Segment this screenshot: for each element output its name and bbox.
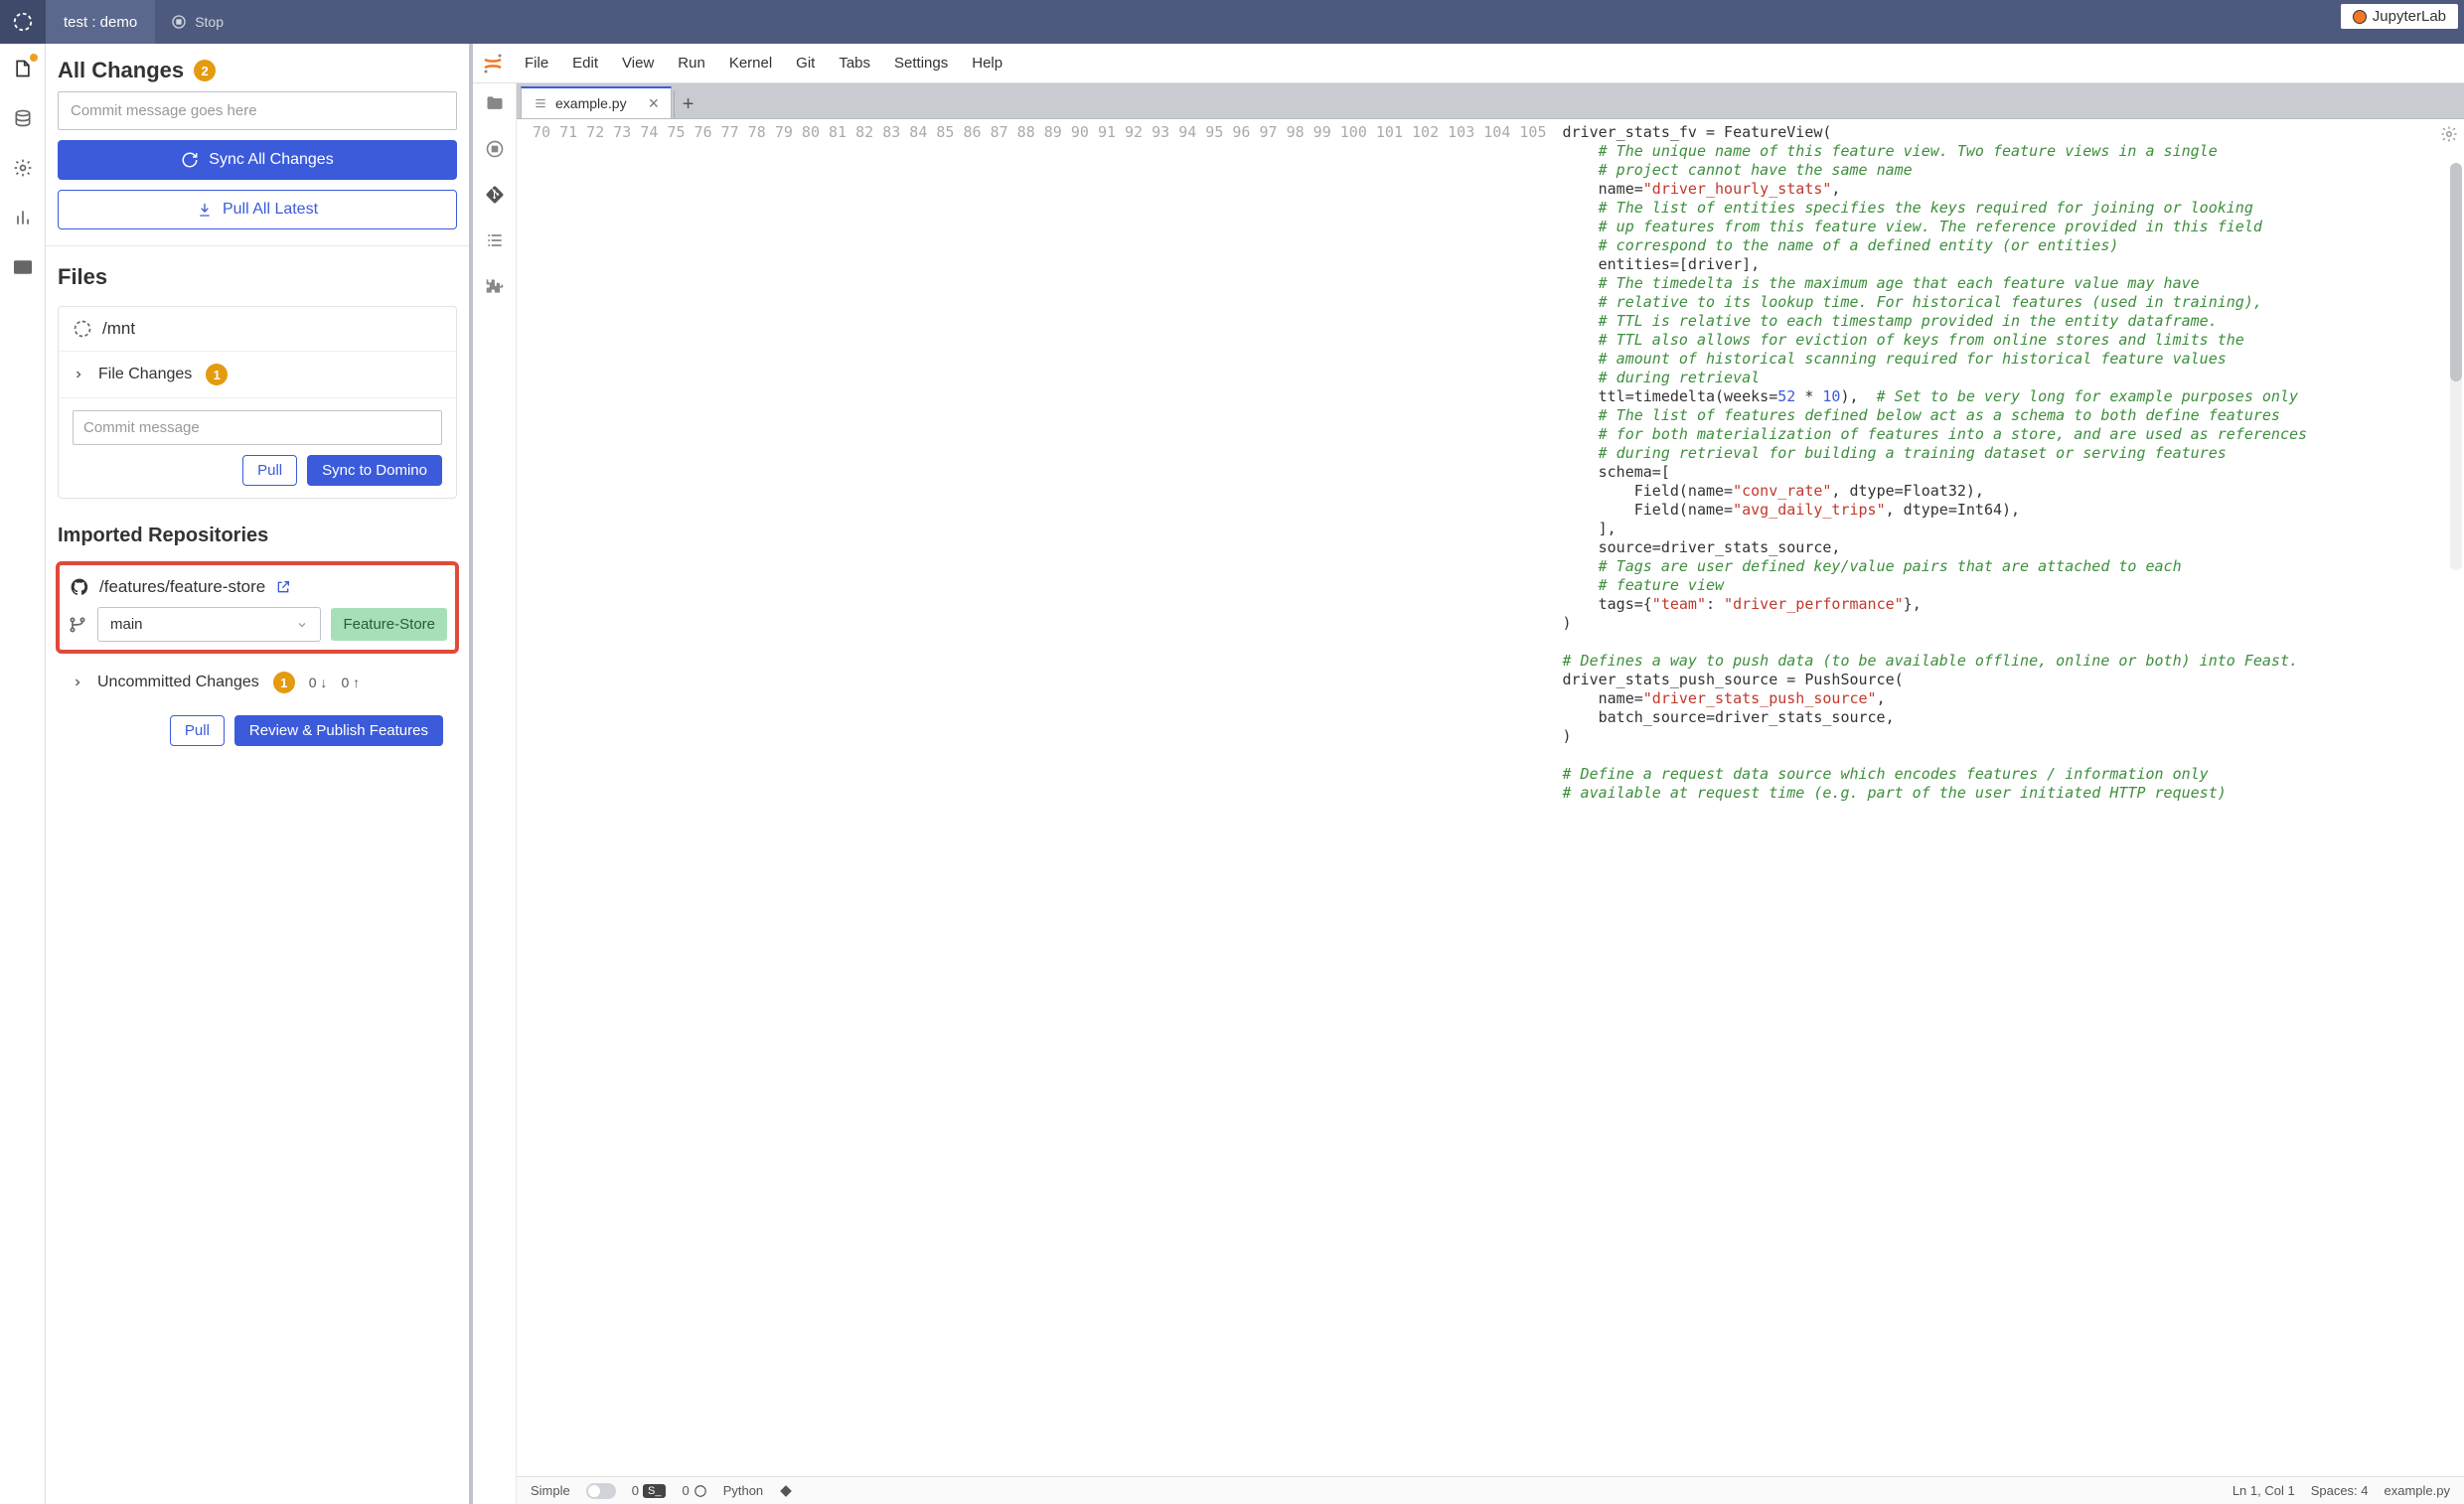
menu-git[interactable]: Git	[784, 55, 827, 72]
left-toolbar	[473, 83, 517, 1504]
files-path-row[interactable]: /mnt	[59, 307, 456, 351]
chevron-right-icon	[72, 677, 83, 688]
review-publish-button[interactable]: Review & Publish Features	[234, 715, 443, 746]
behind-count: 0 ↓	[309, 675, 328, 690]
filename-label: example.py	[2385, 1483, 2450, 1498]
code-editor[interactable]: 70 71 72 73 74 75 76 77 78 79 80 81 82 8…	[517, 119, 2464, 1476]
indentation-label[interactable]: Spaces: 4	[2311, 1483, 2369, 1498]
toc-icon[interactable]	[485, 230, 505, 250]
database-icon[interactable]	[12, 107, 34, 129]
menu-run[interactable]: Run	[666, 55, 717, 72]
jupyterlab-badge[interactable]: JupyterLab	[2341, 4, 2458, 29]
side-panel: All Changes 2 Sync All Changes Pull All …	[46, 44, 473, 1504]
tab-bar: example.py × +	[517, 83, 2464, 119]
uncommitted-row[interactable]: Uncommitted Changes 1 0 ↓ 0 ↑	[58, 660, 457, 705]
editor-area: FileEditViewRunKernelGitTabsSettingsHelp…	[473, 44, 2464, 1504]
menu-edit[interactable]: Edit	[560, 55, 610, 72]
git-icon[interactable]	[485, 185, 505, 205]
feature-store-highlight: /features/feature-store main Feature-Sto…	[56, 561, 459, 654]
activity-bar	[0, 44, 46, 1504]
title-bar: test : demo Stop JupyterLab	[0, 0, 2464, 44]
jupyter-icon	[2353, 10, 2367, 24]
stop-button[interactable]: Stop	[155, 14, 239, 30]
scrollbar[interactable]	[2450, 163, 2462, 570]
language-label[interactable]: Python	[723, 1483, 763, 1498]
terminal-icon[interactable]: S_	[643, 1484, 666, 1498]
app-logo-icon	[0, 0, 46, 44]
add-tab-button[interactable]: +	[674, 90, 701, 118]
menu-settings[interactable]: Settings	[882, 55, 960, 72]
menu-view[interactable]: View	[610, 55, 666, 72]
kernel-status-icon	[693, 1484, 707, 1498]
files-heading: Files	[58, 264, 457, 290]
simple-toggle[interactable]	[586, 1483, 616, 1499]
analytics-icon[interactable]	[12, 207, 34, 228]
commit-message-input[interactable]	[58, 91, 457, 130]
file-changes-row[interactable]: File Changes 1	[59, 351, 456, 397]
file-icon	[534, 96, 547, 110]
running-icon[interactable]	[485, 139, 505, 159]
settings-icon[interactable]	[12, 157, 34, 179]
repo-path-row[interactable]: /features/feature-store	[68, 573, 447, 607]
card-icon[interactable]	[12, 256, 34, 278]
file-commit-message-input[interactable]	[73, 410, 442, 445]
menu-bar: FileEditViewRunKernelGitTabsSettingsHelp	[473, 44, 2464, 83]
github-icon	[70, 577, 89, 597]
folder-icon[interactable]	[485, 93, 505, 113]
cursor-position[interactable]: Ln 1, Col 1	[2233, 1483, 2295, 1498]
jupyter-logo-icon	[473, 52, 513, 75]
menu-file[interactable]: File	[513, 55, 560, 72]
extensions-icon[interactable]	[485, 276, 505, 296]
status-bar: Simple 0S_ 0 Python Ln 1, Col 1 Spaces: …	[517, 1476, 2464, 1504]
changes-icon[interactable]	[12, 58, 34, 79]
all-changes-heading: All Changes 2	[58, 58, 457, 83]
sync-all-button[interactable]: Sync All Changes	[58, 140, 457, 180]
pull-all-button[interactable]: Pull All Latest	[58, 190, 457, 229]
menu-tabs[interactable]: Tabs	[827, 55, 882, 72]
ahead-count: 0 ↑	[341, 675, 360, 690]
menu-kernel[interactable]: Kernel	[717, 55, 784, 72]
changes-count-badge: 2	[194, 60, 216, 81]
external-link-icon[interactable]	[275, 579, 291, 595]
menu-help[interactable]: Help	[960, 55, 1014, 72]
file-tab[interactable]: example.py ×	[521, 86, 672, 118]
simple-mode-label: Simple	[531, 1483, 570, 1498]
uncommitted-count-badge: 1	[273, 672, 295, 693]
repo-card: Uncommitted Changes 1 0 ↓ 0 ↑ Pull Revie…	[58, 660, 457, 756]
pull-button[interactable]: Pull	[242, 455, 297, 486]
sync-to-domino-button[interactable]: Sync to Domino	[307, 455, 442, 486]
git-status-icon[interactable]	[779, 1484, 793, 1498]
chevron-right-icon	[73, 369, 84, 380]
files-card: /mnt File Changes 1 Pull Sync to Domino	[58, 306, 457, 499]
repo-pull-button[interactable]: Pull	[170, 715, 225, 746]
workspace-title: test : demo	[46, 0, 155, 44]
chevron-down-icon	[296, 619, 308, 631]
feature-store-tag: Feature-Store	[331, 608, 447, 641]
branch-icon	[68, 615, 87, 635]
close-tab-icon[interactable]: ×	[649, 93, 660, 114]
branch-select[interactable]: main	[97, 607, 321, 642]
file-changes-count-badge: 1	[206, 364, 228, 385]
imported-repos-heading: Imported Repositories	[58, 525, 457, 547]
